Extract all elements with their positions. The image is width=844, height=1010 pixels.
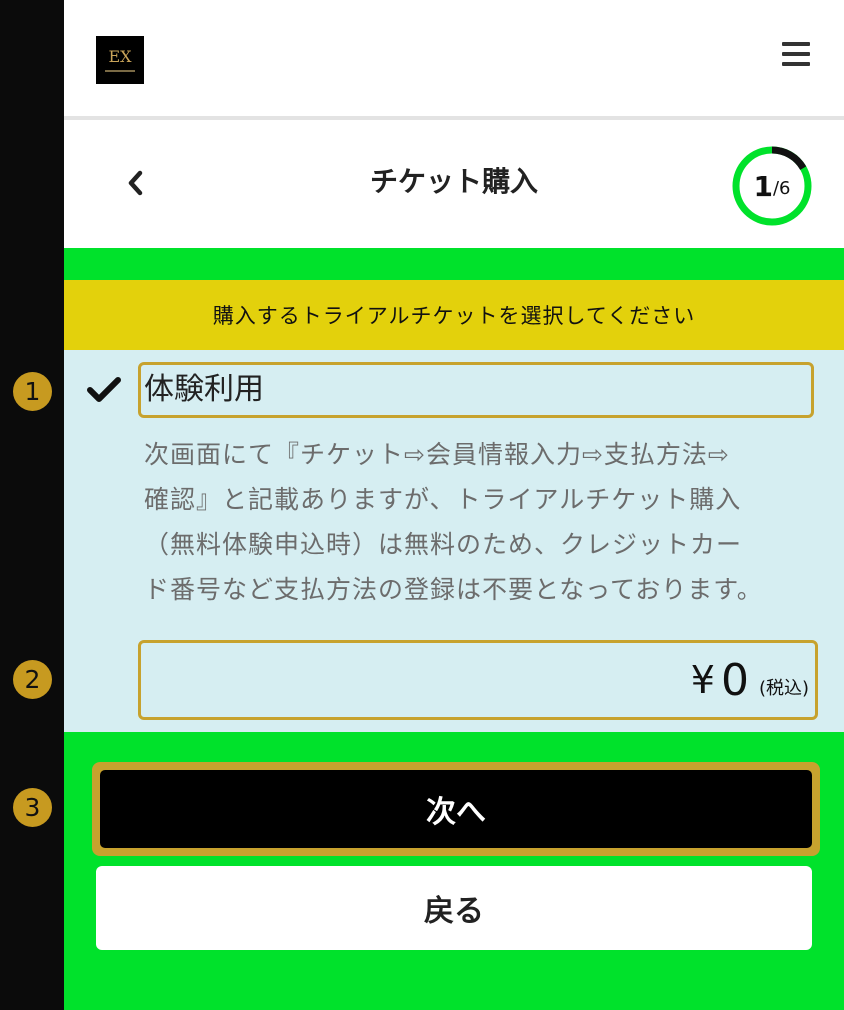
- progress-total-steps: /6: [772, 177, 791, 199]
- left-rail: [0, 0, 64, 1010]
- step-progress-indicator: 1 /6: [730, 144, 814, 228]
- page-header: チケット購入 1 /6: [64, 120, 844, 248]
- price-value: 0: [720, 654, 749, 706]
- app-screen: EX チケット購入 1 /6 購入するトライアルチケットを選択してください 体験…: [64, 0, 844, 1010]
- annotation-marker-3: 3: [13, 788, 52, 827]
- return-button[interactable]: 戻る: [96, 866, 812, 950]
- top-bar: EX: [64, 0, 844, 116]
- description-line: 次画面にて『チケット⇨会員情報入力⇨支払方法⇨: [144, 440, 730, 469]
- progress-current-step: 1: [753, 169, 773, 203]
- next-button[interactable]: 次へ: [92, 762, 820, 856]
- logo-text: EX: [108, 47, 132, 66]
- page-title: チケット購入: [369, 165, 538, 198]
- description-line: 確認』と記載ありますが、トライアルチケット購入: [144, 485, 742, 514]
- next-button-label: 次へ: [100, 770, 812, 848]
- description-line: （無料体験申込時）は無料のため、クレジットカー: [144, 530, 743, 559]
- ticket-option-label[interactable]: 体験利用: [144, 372, 264, 408]
- checkmark-icon[interactable]: [86, 376, 122, 404]
- annotation-marker-1: 1: [13, 372, 52, 411]
- description-line: ド番号など支払方法の登録は不要となっております。: [144, 575, 763, 604]
- tax-included-note: (税込): [758, 678, 809, 699]
- price-display: ¥ 0 (税込): [138, 640, 818, 720]
- currency-symbol: ¥: [690, 658, 715, 702]
- ticket-option-description: 次画面にて『チケット⇨会員情報入力⇨支払方法⇨ 確認』と記載ありますが、トライア…: [144, 432, 814, 612]
- selection-instruction: 購入するトライアルチケットを選択してください: [64, 280, 844, 350]
- ticket-option-panel: 体験利用 次画面にて『チケット⇨会員情報入力⇨支払方法⇨ 確認』と記載ありますが…: [64, 350, 844, 732]
- brand-logo[interactable]: EX: [96, 36, 144, 84]
- hamburger-menu-icon[interactable]: [782, 42, 814, 70]
- logo-underline: [105, 70, 135, 72]
- annotation-marker-2: 2: [13, 660, 52, 699]
